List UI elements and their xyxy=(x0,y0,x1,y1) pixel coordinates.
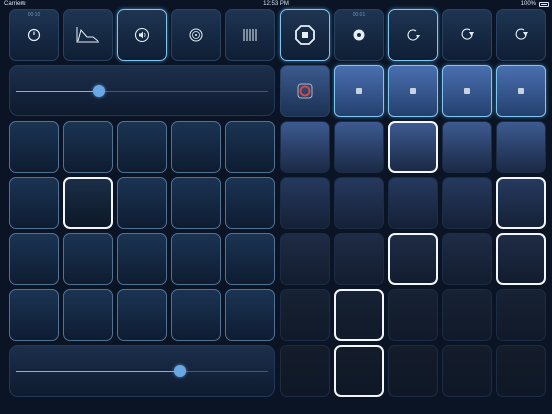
fx-button-3[interactable] xyxy=(442,65,492,117)
right-pad-r4-c2[interactable] xyxy=(388,345,438,397)
left-pad-r2-c3[interactable] xyxy=(171,233,221,285)
grid-lines-button[interactable] xyxy=(225,9,275,61)
stop-square-icon xyxy=(464,88,470,94)
battery-icon xyxy=(539,2,549,7)
clock-label: 12:53 PM xyxy=(263,1,289,7)
left-pad-r1-c1[interactable] xyxy=(63,177,113,229)
right-pad-r0-c1[interactable] xyxy=(334,121,384,173)
top-slider[interactable] xyxy=(9,65,275,116)
right-pad-r1-c3[interactable] xyxy=(442,177,492,229)
vinyl-button[interactable] xyxy=(171,9,221,61)
loop-down-button-1[interactable] xyxy=(442,9,492,61)
left-pad-r1-c3[interactable] xyxy=(171,177,221,229)
loop-down-icon xyxy=(515,28,528,40)
right-pad-r1-c0[interactable] xyxy=(280,177,330,229)
right-pad-r0-c4[interactable] xyxy=(496,121,546,173)
right-pad-r1-c4[interactable] xyxy=(496,177,546,229)
right-pad-r3-c3[interactable] xyxy=(442,289,492,341)
left-pad-r2-c0[interactable] xyxy=(9,233,59,285)
right-pad-r3-c0[interactable] xyxy=(280,289,330,341)
record-dot-icon xyxy=(353,29,365,41)
bottom-slider[interactable] xyxy=(9,345,275,397)
slider-fill xyxy=(16,90,100,92)
right-pad-r3-c4[interactable] xyxy=(496,289,546,341)
timer-button[interactable]: 00:10 xyxy=(9,9,59,61)
status-bar: Carrier ≋ 12:53 PM 100% xyxy=(0,0,552,9)
slider-fill xyxy=(16,371,180,372)
record-dot-button[interactable]: 00:01 xyxy=(334,9,384,61)
envelope-icon xyxy=(76,27,99,43)
left-pad-r0-c3[interactable] xyxy=(171,121,221,173)
left-pad-r0-c2[interactable] xyxy=(117,121,167,173)
slider-thumb[interactable] xyxy=(93,84,106,97)
left-pad-r1-c0[interactable] xyxy=(9,177,59,229)
loop-down-button-2[interactable] xyxy=(496,9,546,61)
vinyl-icon xyxy=(189,28,203,42)
stop-square-icon xyxy=(356,88,362,94)
grid-lines-icon xyxy=(243,29,257,41)
right-pad-r3-c1[interactable] xyxy=(334,289,384,341)
left-pad-r3-c4[interactable] xyxy=(225,289,275,341)
left-pad-r0-c4[interactable] xyxy=(225,121,275,173)
stop-all-button[interactable] xyxy=(280,9,330,61)
fx-button-4[interactable] xyxy=(496,65,546,117)
right-pad-r2-c0[interactable] xyxy=(280,233,330,285)
record-time-label: 00:01 xyxy=(352,12,366,18)
right-pad-r0-c2[interactable] xyxy=(388,121,438,173)
left-pad-r2-c2[interactable] xyxy=(117,233,167,285)
left-pad-r3-c1[interactable] xyxy=(63,289,113,341)
right-pad-r4-c0[interactable] xyxy=(280,345,330,397)
loop-down-icon xyxy=(461,28,474,40)
left-pad-r1-c2[interactable] xyxy=(117,177,167,229)
loop-icon xyxy=(407,29,420,41)
right-pad-r0-c3[interactable] xyxy=(442,121,492,173)
right-pad-r2-c4[interactable] xyxy=(496,233,546,285)
right-pad-r2-c3[interactable] xyxy=(442,233,492,285)
battery-label: 100% xyxy=(520,1,536,7)
speaker-icon xyxy=(134,27,150,43)
fx-button-1[interactable] xyxy=(334,65,384,117)
loop-button[interactable] xyxy=(388,9,438,61)
right-pad-r4-c3[interactable] xyxy=(442,345,492,397)
timer-label: 00:10 xyxy=(27,12,41,18)
fx-button-2[interactable] xyxy=(388,65,438,117)
left-pad-r1-c4[interactable] xyxy=(225,177,275,229)
right-pad-r4-c1[interactable] xyxy=(334,345,384,397)
record-icon xyxy=(297,83,313,99)
left-pad-r0-c0[interactable] xyxy=(9,121,59,173)
left-pad-r3-c2[interactable] xyxy=(117,289,167,341)
stop-square-icon xyxy=(518,88,524,94)
slider-thumb[interactable] xyxy=(173,365,186,377)
right-pad-r1-c1[interactable] xyxy=(334,177,384,229)
left-pad-r2-c1[interactable] xyxy=(63,233,113,285)
envelope-button[interactable] xyxy=(63,9,113,61)
right-pad-r2-c2[interactable] xyxy=(388,233,438,285)
right-pad-r0-c0[interactable] xyxy=(280,121,330,173)
right-pad-r4-c4[interactable] xyxy=(496,345,546,397)
right-pad-r2-c1[interactable] xyxy=(334,233,384,285)
speaker-button[interactable] xyxy=(117,9,167,61)
left-pad-r3-c0[interactable] xyxy=(9,289,59,341)
stop-octagon-icon xyxy=(295,25,315,45)
right-pad-r1-c2[interactable] xyxy=(388,177,438,229)
timer-icon xyxy=(27,28,41,42)
right-pad-r3-c2[interactable] xyxy=(388,289,438,341)
left-pad-r3-c3[interactable] xyxy=(171,289,221,341)
stop-square-icon xyxy=(410,88,416,94)
left-pad-r0-c1[interactable] xyxy=(63,121,113,173)
left-pad-r2-c4[interactable] xyxy=(225,233,275,285)
record-button[interactable] xyxy=(280,65,330,117)
